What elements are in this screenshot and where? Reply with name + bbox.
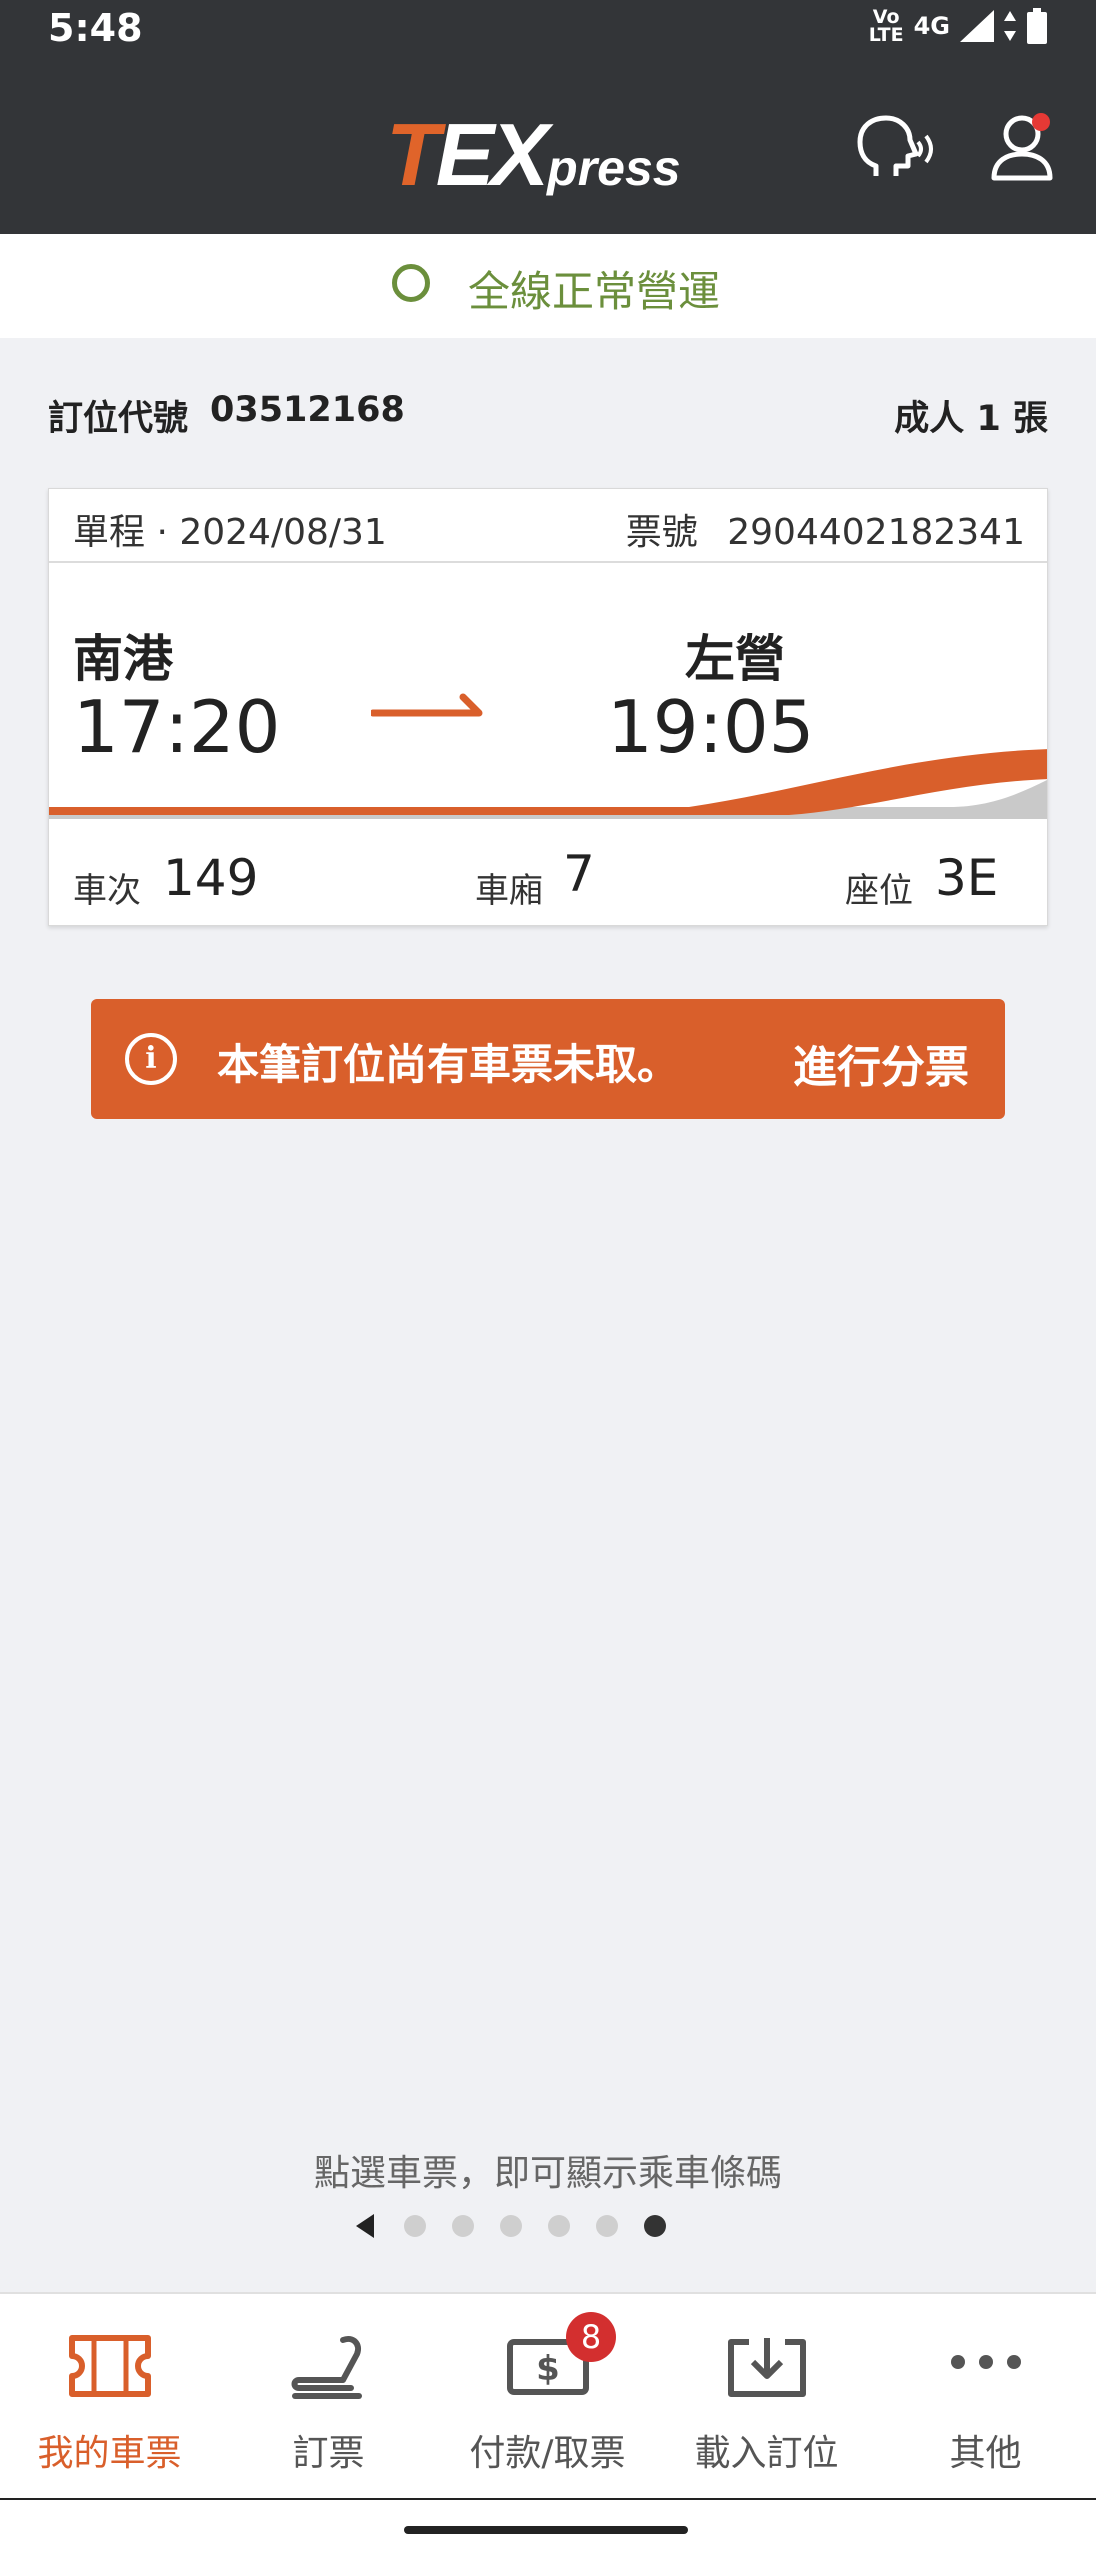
seat-label: 座位: [845, 871, 913, 911]
direction-arrow-icon: [371, 693, 483, 717]
nav-payment[interactable]: $ 付款/取票: [438, 2294, 657, 2494]
pager-dot-active[interactable]: [644, 2215, 666, 2237]
pager-prev-icon[interactable]: [356, 2214, 374, 2238]
bottom-nav: 我的車票 訂票 $ 付款/取票 載入訂位 其他: [0, 2292, 1096, 2498]
ticket-swoosh-decoration: [49, 749, 1047, 819]
pnr-label: 訂位代號: [48, 399, 189, 439]
seat-icon: [291, 2336, 362, 2399]
status-icons: Vo LTE 4G: [868, 6, 1048, 46]
battery-icon: [1027, 8, 1047, 44]
ticket-number-value: 2904402182341: [727, 512, 1025, 553]
nav-label: 我的車票: [37, 2433, 182, 2474]
download-icon: [727, 2338, 806, 2397]
signal-icon: [960, 10, 994, 42]
ticket-card[interactable]: 單程 · 2024/08/31 票號 2904402182341 南港 17:2…: [48, 488, 1048, 926]
user-profile-icon[interactable]: [988, 110, 1058, 184]
car-number: 7: [563, 845, 595, 903]
pager-dot[interactable]: [596, 2215, 618, 2237]
voice-assist-icon[interactable]: [856, 114, 938, 184]
nav-load-booking[interactable]: 載入訂位: [657, 2294, 876, 2494]
ticket-icon: [68, 2335, 151, 2397]
train-label: 車次: [73, 871, 141, 911]
status-time: 5:48: [48, 6, 143, 50]
info-icon: i: [125, 1033, 177, 1085]
service-status-text: 全線正常營運: [468, 267, 721, 316]
notification-badge: 8: [566, 2312, 616, 2362]
car-label: 車廂: [475, 871, 543, 911]
ticket-card-header: 單程 · 2024/08/31 票號 2904402182341: [49, 489, 1047, 563]
ticket-number-label: 票號: [625, 512, 698, 553]
arrival-station: 左營: [685, 630, 785, 688]
volte-icon: Vo LTE: [868, 6, 904, 46]
pager-dot[interactable]: [548, 2215, 570, 2237]
nav-label: 其他: [949, 2433, 1022, 2474]
split-ticket-button[interactable]: 進行分票: [793, 1031, 969, 1095]
nav-label: 付款/取票: [469, 2433, 626, 2474]
texpress-logo: T EX press: [386, 105, 681, 204]
barcode-hint: 點選車票，即可顯示乘車條碼: [313, 2153, 782, 2194]
nav-more[interactable]: 其他: [876, 2294, 1095, 2494]
trip-info: 單程 · 2024/08/31: [73, 512, 387, 553]
unclaimed-ticket-banner[interactable]: i 本筆訂位尚有車票未取。 進行分票: [91, 999, 1005, 1119]
pnr-value: 03512168: [210, 390, 405, 430]
pager-dot[interactable]: [500, 2215, 522, 2237]
ticket-number: 票號 2904402182341: [626, 503, 1025, 555]
home-indicator[interactable]: [404, 2526, 688, 2534]
warning-message: 本筆訂位尚有車票未取。: [217, 1040, 680, 1089]
departure-station: 南港: [73, 630, 173, 688]
network-type: 4G: [913, 12, 950, 40]
nav-my-tickets[interactable]: 我的車票: [0, 2294, 219, 2494]
nav-label: 訂票: [292, 2433, 365, 2474]
nav-label: 載入訂位: [694, 2433, 839, 2474]
pager-dot[interactable]: [404, 2215, 426, 2237]
pager-dot[interactable]: [452, 2215, 474, 2237]
seat-number: 3E: [935, 849, 999, 907]
ticket-pager: [356, 2214, 692, 2238]
svg-text:$: $: [536, 2349, 560, 2389]
data-arrows-icon: [1004, 11, 1016, 41]
more-icon: [950, 2355, 1021, 2369]
status-ok-icon: [392, 264, 430, 302]
passenger-count: 成人 1 張: [894, 399, 1048, 439]
train-number: 149: [163, 849, 259, 907]
nav-book-ticket[interactable]: 訂票: [219, 2294, 438, 2494]
